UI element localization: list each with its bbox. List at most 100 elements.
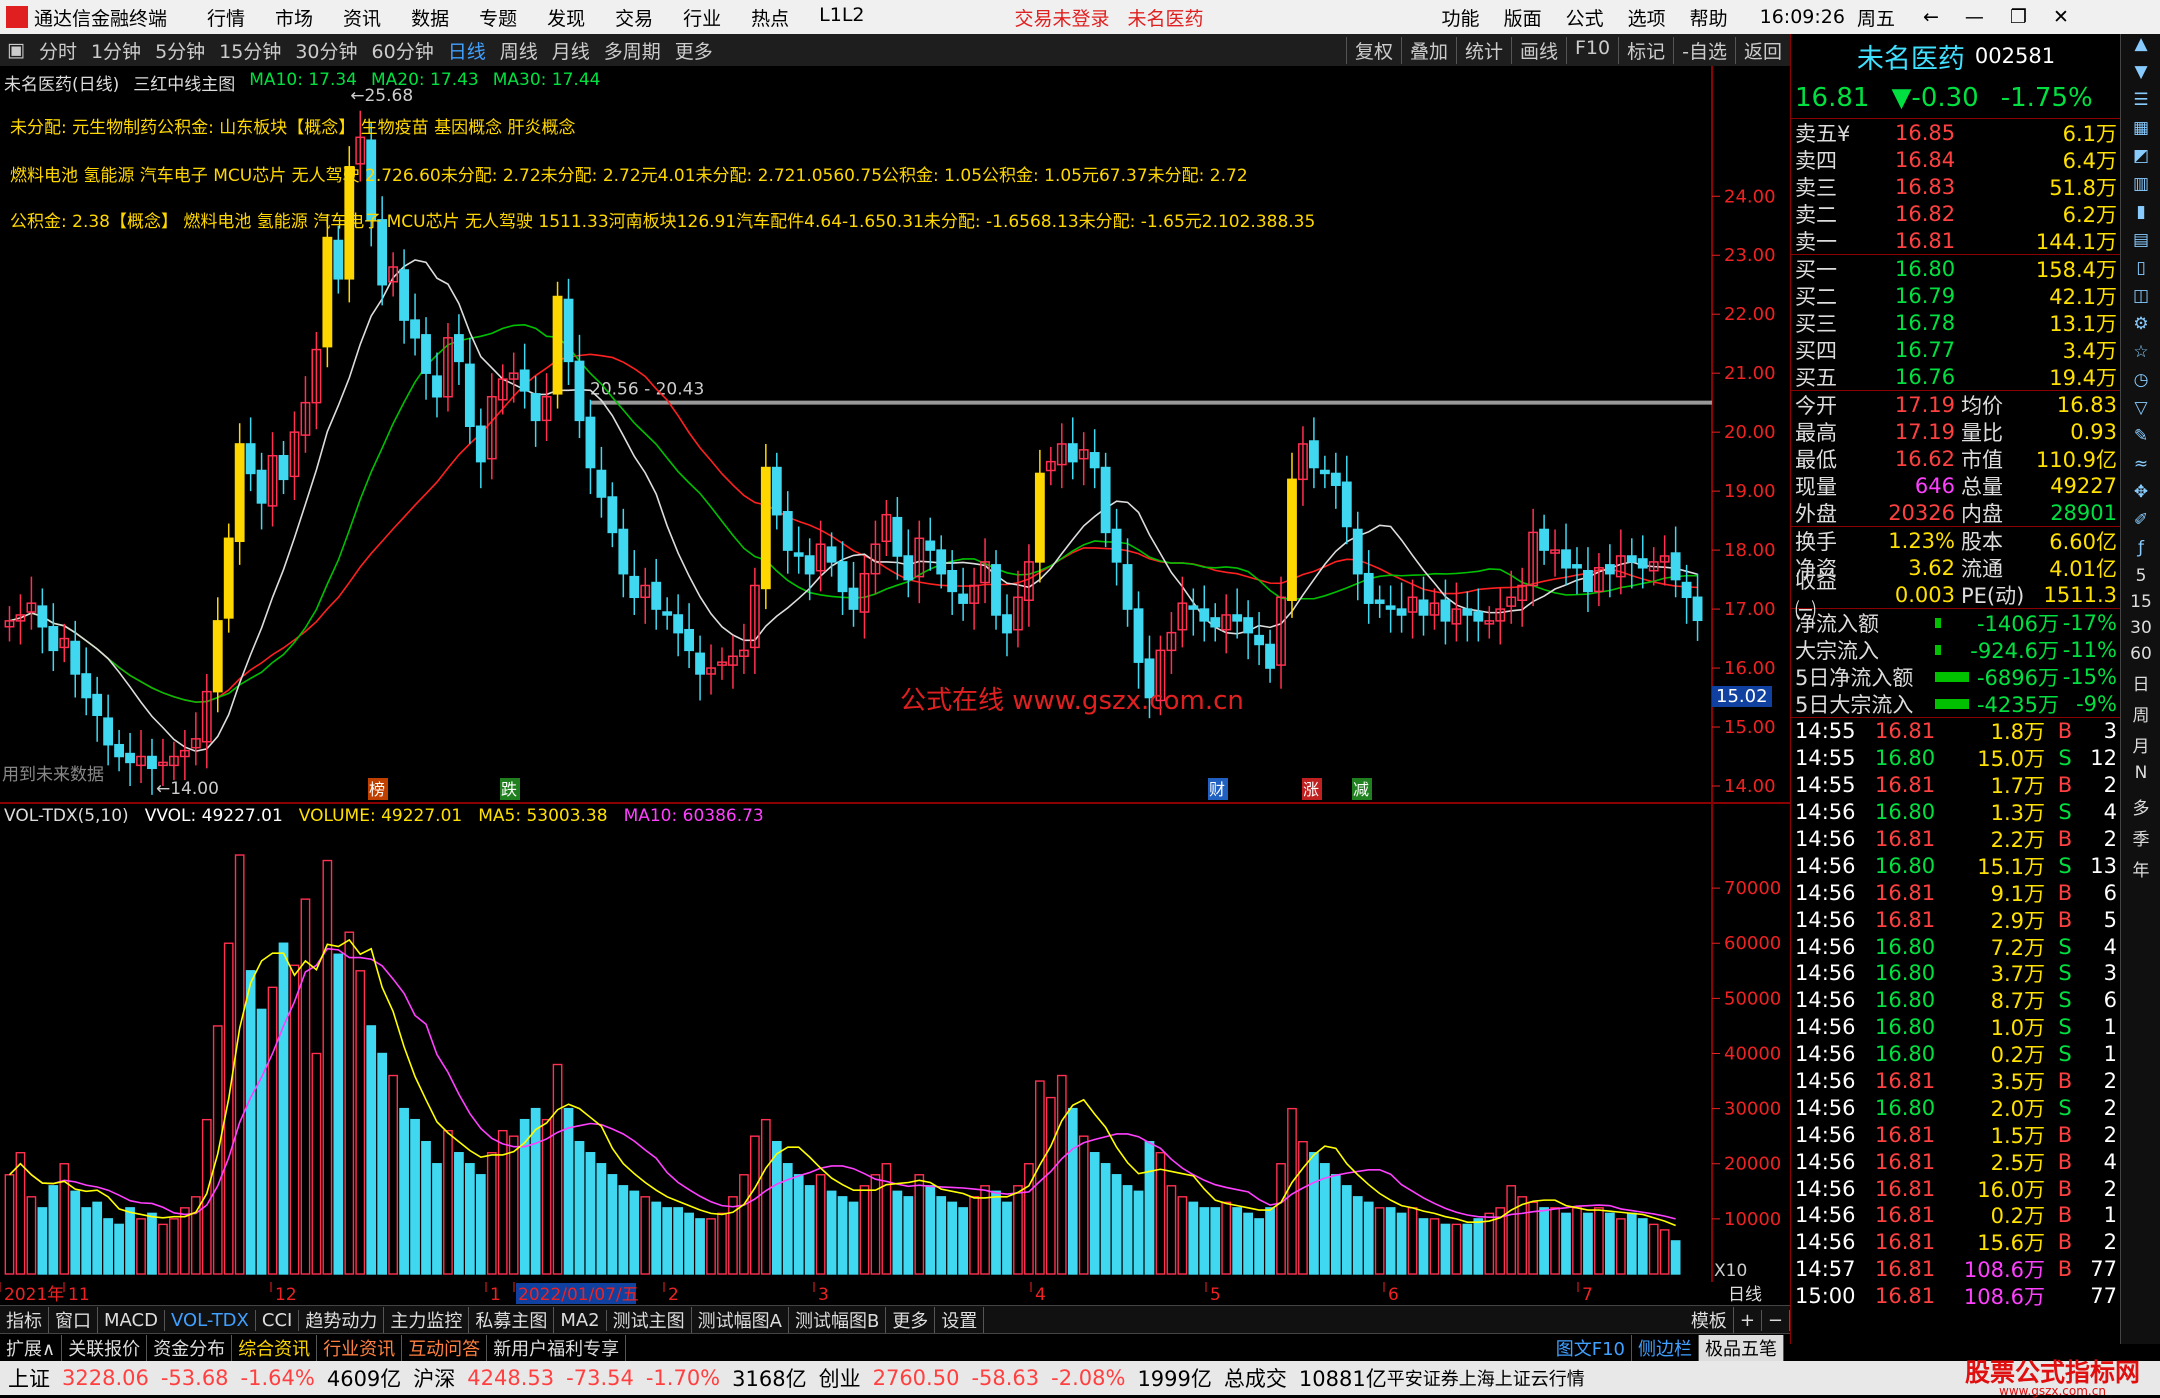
list-icon[interactable]: ☰ xyxy=(2121,90,2160,118)
back-icon[interactable]: ← xyxy=(1923,6,1939,28)
table-icon[interactable]: ▤ xyxy=(2121,230,2160,258)
candle-icon[interactable]: ▮ xyxy=(2121,202,2160,230)
period-shortcut-0[interactable]: 5 xyxy=(2121,566,2160,592)
formula-name[interactable]: 三红中线主图 xyxy=(133,70,235,95)
menu-right-4[interactable]: 帮助 xyxy=(1690,4,1728,31)
login-status[interactable]: 交易未登录 xyxy=(1015,4,1110,31)
panel-toggle-icon[interactable]: ▣ xyxy=(0,39,32,61)
news-icon[interactable]: ◫ xyxy=(2121,286,2160,314)
indicator-tab-2[interactable]: MACD xyxy=(98,1309,165,1331)
cycle-shortcut-4[interactable]: 多 xyxy=(2121,794,2160,825)
pen-icon[interactable]: ✎ xyxy=(2121,426,2160,454)
period-shortcut-3[interactable]: 60 xyxy=(2121,644,2160,670)
menu-item-5[interactable]: 发现 xyxy=(547,4,585,31)
period-tab-10[interactable]: 更多 xyxy=(668,37,720,64)
info-tab-3[interactable]: 综合资讯 xyxy=(232,1335,318,1361)
menu-item-7[interactable]: 行业 xyxy=(683,4,721,31)
indicator-tab-9[interactable]: 测试主图 xyxy=(607,1307,692,1333)
tabs2-right-0[interactable]: 图文F10 xyxy=(1550,1335,1632,1361)
cycle-shortcut-0[interactable]: 日 xyxy=(2121,670,2160,701)
function-icon[interactable]: ƒ xyxy=(2121,538,2160,566)
tool-button-1[interactable]: 叠加 xyxy=(1400,36,1456,64)
filter-icon[interactable]: ▽ xyxy=(2121,398,2160,426)
period-tab-7[interactable]: 周线 xyxy=(493,37,545,64)
tabs2-right-2[interactable]: 极品五笔 xyxy=(1699,1335,1784,1361)
pencil-icon[interactable]: ✐ xyxy=(2121,510,2160,538)
period-shortcut-2[interactable]: 30 xyxy=(2121,618,2160,644)
info-tab-1[interactable]: 关联报价 xyxy=(62,1335,148,1361)
menu-item-1[interactable]: 市场 xyxy=(275,4,313,31)
info-tab-0[interactable]: 扩展∧ xyxy=(0,1335,63,1361)
period-tab-5[interactable]: 60分钟 xyxy=(365,37,441,64)
template-button[interactable]: 模板 xyxy=(1685,1307,1734,1333)
settings-icon[interactable]: ⚙ xyxy=(2121,314,2160,342)
cycle-shortcut-6[interactable]: 年 xyxy=(2121,856,2160,887)
indicator-tab-13[interactable]: 设置 xyxy=(935,1307,985,1333)
menu-right-2[interactable]: 公式 xyxy=(1566,4,1604,31)
indicator-tab-7[interactable]: 私募主图 xyxy=(469,1307,555,1333)
info-tab-5[interactable]: 互动问答 xyxy=(402,1335,488,1361)
doc-icon[interactable]: ▯ xyxy=(2121,258,2160,286)
arrow-up-icon[interactable]: ▲ xyxy=(2121,34,2160,62)
indicator-tab-8[interactable]: MA2 xyxy=(554,1309,607,1331)
indicator-tab-5[interactable]: 趋势动力 xyxy=(299,1307,385,1333)
indicator-tab-1[interactable]: 窗口 xyxy=(49,1307,98,1333)
tool-button-3[interactable]: 画线 xyxy=(1510,36,1566,64)
period-tab-0[interactable]: 分时 xyxy=(32,37,84,64)
hs-index-label[interactable]: 沪深 xyxy=(413,1363,455,1393)
remove-icon[interactable]: − xyxy=(1762,1309,1790,1331)
period-tab-2[interactable]: 5分钟 xyxy=(148,37,212,64)
minimize-icon[interactable]: — xyxy=(1965,6,1984,28)
close-icon[interactable]: ✕ xyxy=(2053,6,2069,28)
indicator-tab-4[interactable]: CCI xyxy=(256,1309,300,1331)
star-icon[interactable]: ☆ xyxy=(2121,342,2160,370)
grid-icon[interactable]: ▦ xyxy=(2121,118,2160,146)
menu-right-3[interactable]: 选项 xyxy=(1628,4,1666,31)
restore-icon[interactable]: ❐ xyxy=(2010,6,2027,28)
tool-button-2[interactable]: 统计 xyxy=(1455,36,1511,64)
menu-right-1[interactable]: 版面 xyxy=(1504,4,1542,31)
cycle-shortcut-1[interactable]: 周 xyxy=(2121,701,2160,732)
menu-right-0[interactable]: 功能 xyxy=(1442,4,1480,31)
indicator-tab-6[interactable]: 主力监控 xyxy=(384,1307,470,1333)
menu-item-3[interactable]: 数据 xyxy=(411,4,449,31)
tool-button-7[interactable]: 返回 xyxy=(1734,36,1790,64)
sh-index-label[interactable]: 上证 xyxy=(8,1363,50,1393)
indicator-tab-10[interactable]: 测试幅图A xyxy=(692,1307,789,1333)
vol-name[interactable]: VOL-TDX(5,10) xyxy=(4,806,129,826)
bar-chart-icon[interactable]: ▥ xyxy=(2121,174,2160,202)
cycle-shortcut-2[interactable]: 月 xyxy=(2121,732,2160,763)
menu-item-0[interactable]: 行情 xyxy=(207,4,245,31)
clock-icon[interactable]: ◷ xyxy=(2121,370,2160,398)
indicator-tab-3[interactable]: VOL-TDX xyxy=(165,1309,256,1331)
menu-item-6[interactable]: 交易 xyxy=(615,4,653,31)
menu-item-2[interactable]: 资讯 xyxy=(343,4,381,31)
indicator-tab-12[interactable]: 更多 xyxy=(886,1307,936,1333)
period-tab-8[interactable]: 月线 xyxy=(545,37,597,64)
indicator-tab-11[interactable]: 测试幅图B xyxy=(789,1307,887,1333)
chart-icon[interactable]: ◩ xyxy=(2121,146,2160,174)
tick-list[interactable]: 14:55 16.81 1.8万 B 3 14:55 16.80 15.0万 S 12 14:55 1… xyxy=(1791,718,2121,1310)
rsi-icon[interactable]: ≈ xyxy=(2121,454,2160,482)
menu-item-4[interactable]: 专题 xyxy=(479,4,517,31)
menu-item-8[interactable]: 热点 xyxy=(751,4,789,31)
move-icon[interactable]: ✥ xyxy=(2121,482,2160,510)
tool-button-4[interactable]: F10 xyxy=(1566,36,1618,64)
period-tab-1[interactable]: 1分钟 xyxy=(84,37,148,64)
add-icon[interactable]: + xyxy=(1734,1309,1762,1331)
cycle-shortcut-3[interactable]: N xyxy=(2121,763,2160,794)
period-tab-4[interactable]: 30分钟 xyxy=(288,37,364,64)
tabs2-right-1[interactable]: 侧边栏 xyxy=(1632,1335,1699,1361)
indicator-tab-0[interactable]: 指标 xyxy=(0,1307,49,1333)
menu-item-9[interactable]: L1L2 xyxy=(819,4,864,31)
cycle-shortcut-5[interactable]: 季 xyxy=(2121,825,2160,856)
tool-button-6[interactable]: -自选 xyxy=(1673,36,1735,64)
info-tab-6[interactable]: 新用户福利专享 xyxy=(487,1335,627,1361)
arrow-down-icon[interactable]: ▼ xyxy=(2121,62,2160,90)
volume-chart[interactable]: 70000 60000 50000 40000 30000 20000 10000 X10 xyxy=(0,804,1790,1282)
period-tab-6[interactable]: 日线 xyxy=(441,37,493,64)
info-tab-2[interactable]: 资金分布 xyxy=(147,1335,233,1361)
cy-index-label[interactable]: 创业 xyxy=(819,1363,861,1393)
period-tab-9[interactable]: 多周期 xyxy=(597,37,668,64)
tool-button-0[interactable]: 复权 xyxy=(1345,36,1401,64)
